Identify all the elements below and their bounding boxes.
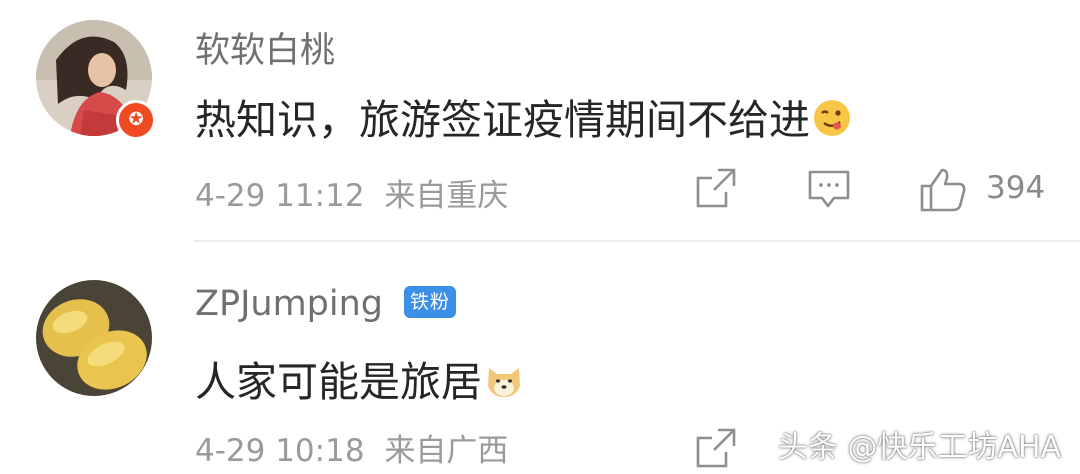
like-count: 394 bbox=[986, 170, 1046, 206]
location: 来自重庆 bbox=[384, 178, 509, 214]
comment-item: ✪ 软软白桃 热知识，旅游签证疫情期间不给进 4-29 11:12 来自重庆 3… bbox=[0, 0, 1080, 242]
comment-text-content: 热知识，旅游签证疫情期间不给进 bbox=[195, 96, 810, 144]
drooling-face-emoji-icon bbox=[812, 98, 852, 148]
comment-text-content: 人家可能是旅居 bbox=[195, 358, 482, 406]
comment-text: 人家可能是旅居 bbox=[195, 348, 524, 410]
reply-button[interactable] bbox=[806, 166, 852, 214]
thumbs-up-icon bbox=[920, 168, 966, 212]
share-button[interactable] bbox=[694, 426, 738, 474]
comment-meta: 4-29 10:18 来自广西 bbox=[195, 425, 508, 470]
timestamp: 4-29 10:18 bbox=[195, 433, 365, 469]
comment-meta: 4-29 11:12 来自重庆 bbox=[195, 170, 508, 215]
username[interactable]: 软软白桃 bbox=[195, 22, 335, 73]
share-icon bbox=[696, 428, 736, 468]
timestamp: 4-29 11:12 bbox=[195, 178, 365, 214]
location: 来自广西 bbox=[384, 433, 509, 469]
share-icon bbox=[696, 168, 736, 208]
avatar[interactable] bbox=[36, 280, 152, 396]
watermark: 头条 @快乐工坊AHA bbox=[778, 430, 1062, 465]
doge-emoji-icon bbox=[484, 360, 524, 410]
comment-text: 热知识，旅游签证疫情期间不给进 bbox=[195, 86, 852, 148]
username[interactable]: ZPJumping bbox=[195, 284, 383, 324]
like-button[interactable] bbox=[918, 166, 968, 216]
comment-icon bbox=[808, 170, 850, 208]
vip-badge-icon: ✪ bbox=[116, 100, 156, 140]
share-button[interactable] bbox=[694, 166, 738, 214]
fan-tag-badge: 铁粉 bbox=[404, 286, 456, 318]
